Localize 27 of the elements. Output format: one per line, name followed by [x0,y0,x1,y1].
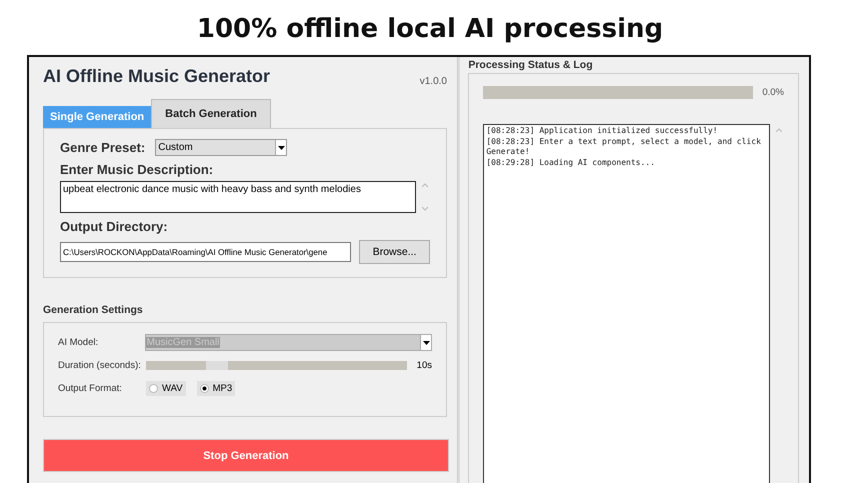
duration-value: 10s [416,360,432,371]
duration-label: Duration (seconds): [58,360,142,371]
model-label: AI Model: [58,337,100,348]
scroll-up-icon [776,128,782,132]
output-path-field[interactable]: C:\Users\ROCKON\AppData\Roaming\AI Offline Music Generator\gene [60,242,352,262]
section-title: Processing Status & Log [468,58,594,73]
headline: 100% offline local AI processing [196,13,664,46]
progress-value: 0.0% [762,87,784,98]
radio-option[interactable]: MP3 [196,381,236,396]
app-title: AI Offline Music Generator [43,66,270,87]
tab[interactable]: Batch Generation [151,99,271,128]
genre-label: Genre Preset: [60,140,146,155]
section-title: Generation Settings [43,304,144,316]
radio-option[interactable]: WAV [146,381,186,396]
log-line: [08:28:23] Enter a text prompt, select a model, and click Generate! [486,136,762,158]
log-line: [08:29:28] Loading AI components... [486,158,656,168]
version-label: v1.0.0 [420,76,447,87]
output-label: Output Directory: [60,219,169,234]
description-label: Enter Music Description: [60,162,214,177]
radio-button[interactable] [200,384,209,393]
slider-thumb[interactable] [206,361,228,370]
log-line: [08:28:23] Application initialized successfully! [486,126,719,136]
radio-button[interactable] [149,384,158,393]
description-field[interactable]: upbeat electronic dance music with heavy bass and synth melodies [60,181,416,213]
genre-dropdown[interactable]: Custom [155,139,288,156]
format-label: Output Format: [58,383,123,394]
browse-button[interactable]: Browse... [359,240,430,264]
